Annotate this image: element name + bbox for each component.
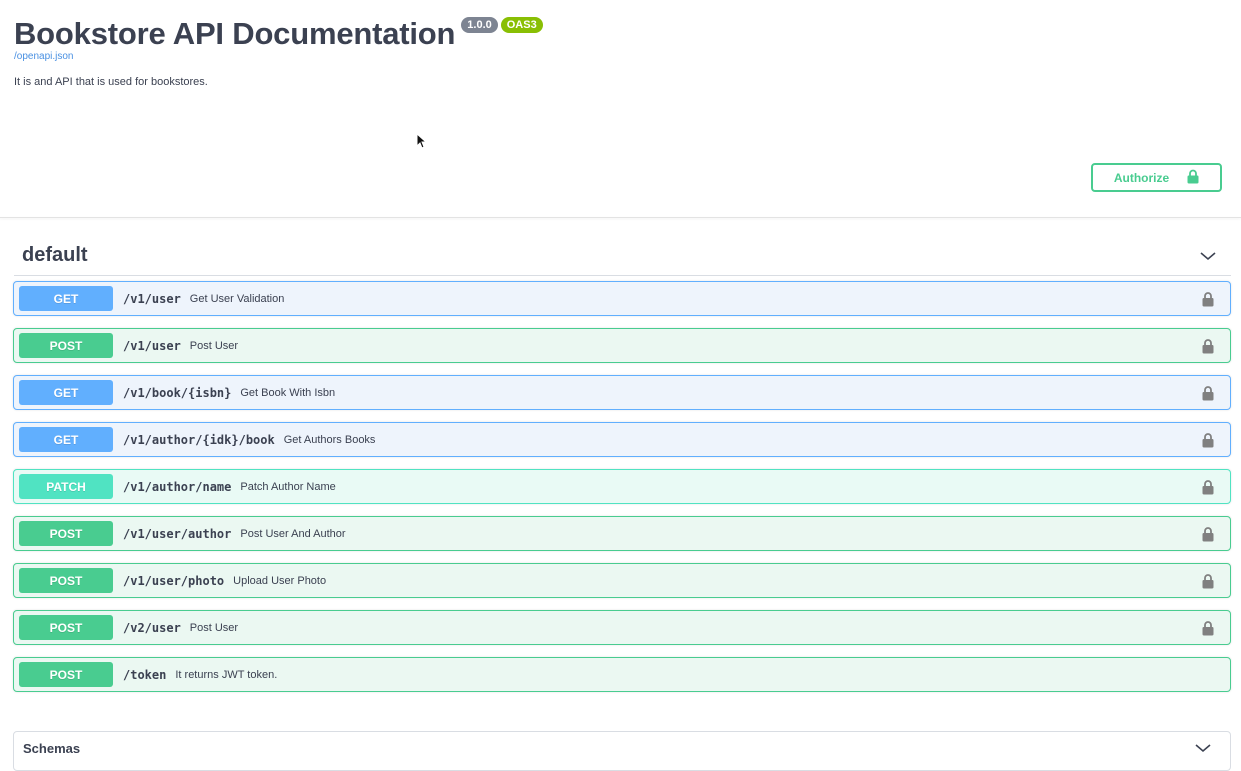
lock-icon[interactable] — [1202, 432, 1214, 448]
method-badge: GET — [19, 427, 113, 452]
method-badge: GET — [19, 380, 113, 405]
lock-icon[interactable] — [1202, 573, 1214, 589]
operation-summary: Upload User Photo — [233, 574, 327, 587]
tag-section-header[interactable]: default — [14, 236, 1231, 276]
lock-icon[interactable] — [1202, 385, 1214, 401]
operation-path: /v1/user — [123, 338, 181, 353]
authorize-label: Authorize — [1113, 170, 1170, 185]
method-badge: POST — [19, 568, 113, 593]
api-description: It is and API that is used for bookstore… — [14, 76, 208, 88]
lock-icon[interactable] — [1202, 291, 1214, 307]
lock-icon[interactable] — [1202, 620, 1214, 636]
page-title: Bookstore API Documentation — [14, 16, 456, 51]
operation-path: /v1/user/photo — [123, 573, 225, 588]
method-badge: POST — [19, 333, 113, 358]
oas-badge: OAS3 — [500, 17, 543, 33]
operations-list: GET /v1/user Get User Validation POST /v… — [13, 281, 1231, 704]
operation-row[interactable]: POST /v1/user/photo Upload User Photo — [13, 563, 1231, 598]
schemas-title: Schemas — [23, 740, 81, 756]
operation-summary: Post User And Author — [240, 527, 346, 540]
api-info: Bookstore API Documentation 1.0.0 OAS3 /… — [14, 14, 1223, 88]
chevron-down-icon[interactable] — [1194, 742, 1212, 754]
operation-row[interactable]: POST /v2/user Post User — [13, 610, 1231, 645]
schemas-section[interactable]: Schemas — [13, 731, 1231, 771]
tag-title: default — [22, 244, 88, 266]
operation-summary: Post User — [189, 339, 239, 352]
operation-summary: It returns JWT token. — [175, 668, 278, 681]
operation-row[interactable]: POST /v1/user/author Post User And Autho… — [13, 516, 1231, 551]
operation-path: /v1/author/{idk}/book — [123, 432, 275, 447]
method-badge: POST — [19, 662, 113, 687]
operation-path: /v1/author/name — [123, 479, 232, 494]
operation-path: /v2/user — [123, 620, 181, 635]
mouse-cursor-icon — [416, 132, 428, 154]
lock-icon[interactable] — [1202, 479, 1214, 495]
authorize-button[interactable]: Authorize — [1091, 163, 1222, 192]
operation-summary: Get Book With Isbn — [240, 386, 336, 399]
operation-path: /token — [123, 667, 167, 682]
operation-summary: Post User — [189, 621, 239, 634]
operation-row[interactable]: GET /v1/author/{idk}/book Get Authors Bo… — [13, 422, 1231, 457]
operation-row[interactable]: POST /token It returns JWT token. — [13, 657, 1231, 692]
header-divider — [0, 217, 1241, 218]
lock-icon — [1187, 169, 1199, 187]
operation-path: /v1/book/{isbn} — [123, 385, 232, 400]
operation-path: /v1/user/author — [123, 526, 232, 541]
title-row: Bookstore API Documentation 1.0.0 OAS3 — [14, 14, 1223, 54]
operation-row[interactable]: GET /v1/book/{isbn} Get Book With Isbn — [13, 375, 1231, 410]
operation-row[interactable]: PATCH /v1/author/name Patch Author Name — [13, 469, 1231, 504]
lock-icon[interactable] — [1202, 338, 1214, 354]
operation-row[interactable]: GET /v1/user Get User Validation — [13, 281, 1231, 316]
chevron-down-icon[interactable] — [1199, 250, 1217, 262]
method-badge: POST — [19, 615, 113, 640]
operation-path: /v1/user — [123, 291, 181, 306]
operation-summary: Get User Validation — [189, 292, 285, 305]
operation-row[interactable]: POST /v1/user Post User — [13, 328, 1231, 363]
lock-icon[interactable] — [1202, 526, 1214, 542]
method-badge: GET — [19, 286, 113, 311]
version-badge: 1.0.0 — [461, 17, 498, 33]
method-badge: POST — [19, 521, 113, 546]
operation-summary: Patch Author Name — [240, 480, 336, 493]
method-badge: PATCH — [19, 474, 113, 499]
operation-summary: Get Authors Books — [283, 433, 376, 446]
